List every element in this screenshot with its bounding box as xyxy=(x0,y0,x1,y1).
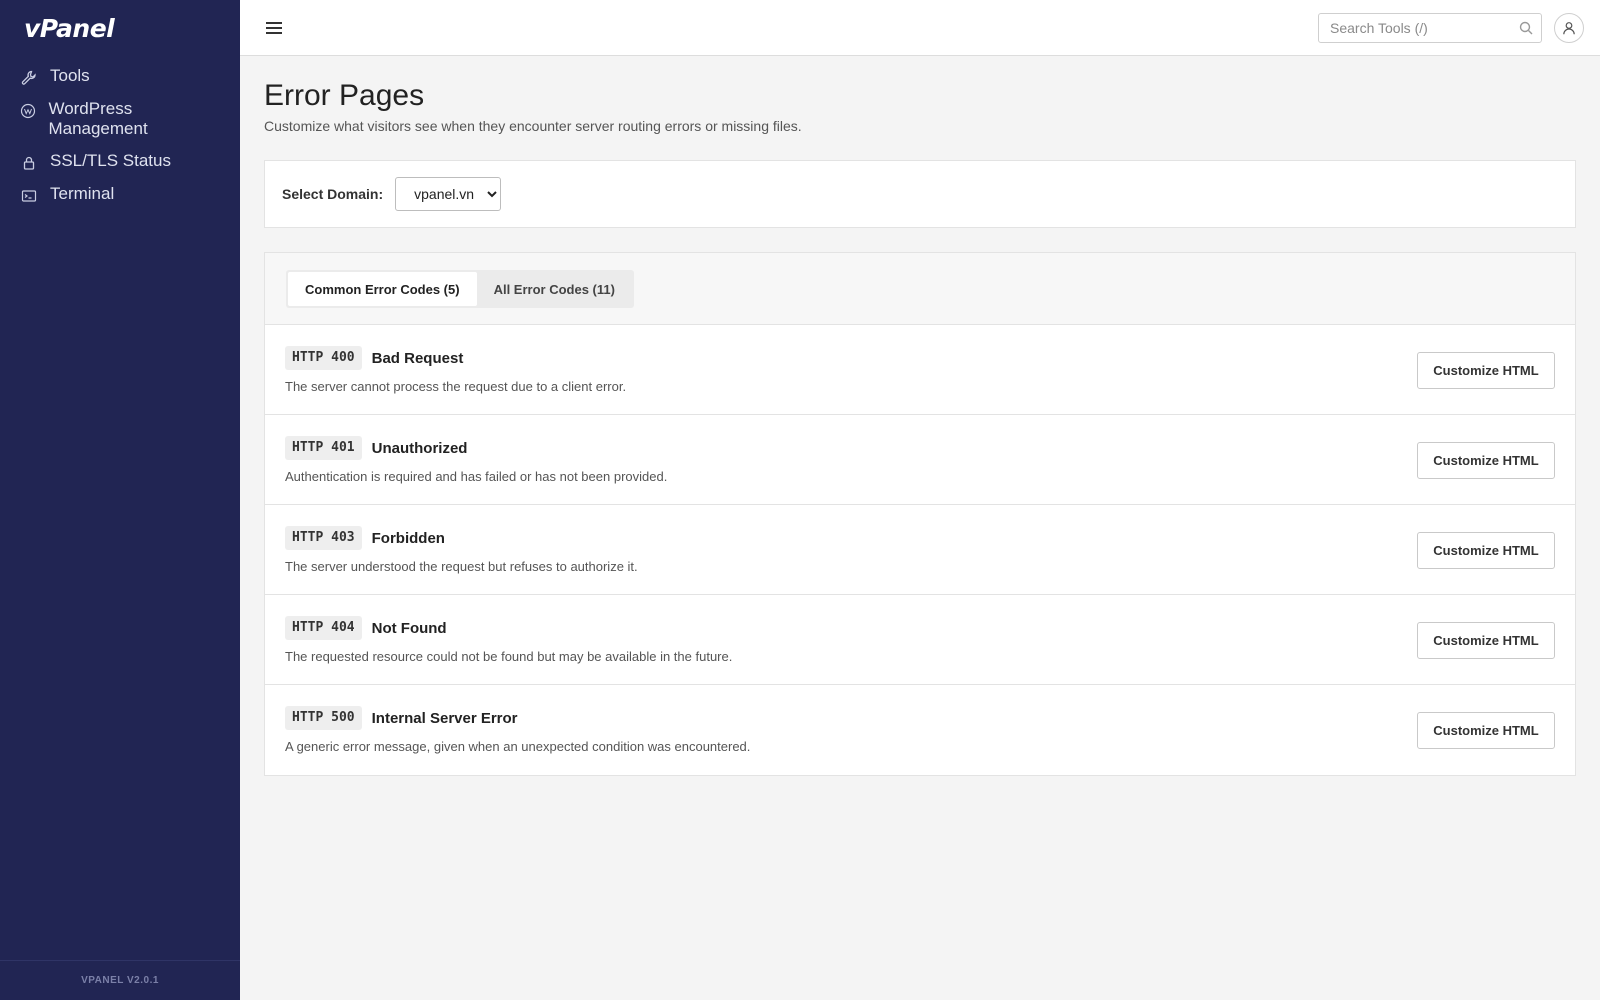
search-input[interactable] xyxy=(1319,14,1509,42)
page-subtitle: Customize what visitors see when they en… xyxy=(264,118,802,134)
version-label: VPANEL V2.0.1 xyxy=(0,960,240,1000)
error-description: The server understood the request but re… xyxy=(285,559,638,574)
error-description: The requested resource could not be foun… xyxy=(285,649,733,664)
sidebar-item-terminal[interactable]: Terminal xyxy=(0,184,240,205)
domain-selector-card: Select Domain: vpanel.vn xyxy=(264,160,1576,228)
error-name: Not Found xyxy=(371,619,447,637)
domain-select[interactable]: vpanel.vn xyxy=(395,177,502,211)
menu-icon[interactable] xyxy=(264,18,284,38)
terminal-icon xyxy=(20,187,38,205)
sidebar-item-label: Terminal xyxy=(50,184,115,203)
sidebar: vPanel Tools WordPress Management SSL/TL… xyxy=(0,0,240,1000)
error-code-badge: HTTP 400 xyxy=(285,346,362,370)
sidebar-item-label: Tools xyxy=(50,66,90,85)
search-box xyxy=(1318,13,1542,43)
sidebar-item-label: SSL/TLS Status xyxy=(50,151,171,170)
lock-icon xyxy=(20,154,38,172)
error-code-badge: HTTP 500 xyxy=(285,706,362,730)
customize-html-button[interactable]: Customize HTML xyxy=(1417,622,1555,659)
page-title: Error Pages xyxy=(264,79,425,112)
error-name: Unauthorized xyxy=(371,439,468,457)
tab-common-error-codes[interactable]: Common Error Codes (5) xyxy=(288,272,477,306)
error-name: Internal Server Error xyxy=(371,709,518,727)
error-code-badge: HTTP 404 xyxy=(285,616,362,640)
error-row: HTTP 400 Bad Request The server cannot p… xyxy=(265,325,1575,415)
topbar xyxy=(240,0,1600,56)
sidebar-item-ssl-tls-status[interactable]: SSL/TLS Status xyxy=(0,151,240,172)
customize-html-button[interactable]: Customize HTML xyxy=(1417,442,1555,479)
error-code-badge: HTTP 403 xyxy=(285,526,362,550)
sidebar-item-tools[interactable]: Tools xyxy=(0,66,240,87)
customize-html-button[interactable]: Customize HTML xyxy=(1417,712,1555,749)
main-content: Error Pages Customize what visitors see … xyxy=(264,56,1576,776)
tab-all-error-codes[interactable]: All Error Codes (11) xyxy=(477,272,632,306)
wordpress-icon xyxy=(20,102,36,120)
user-icon xyxy=(1563,22,1575,35)
error-row: HTTP 404 Not Found The requested resourc… xyxy=(265,595,1575,685)
error-row: HTTP 401 Unauthorized Authentication is … xyxy=(265,415,1575,505)
error-row: HTTP 403 Forbidden The server understood… xyxy=(265,505,1575,595)
error-name: Bad Request xyxy=(371,349,464,367)
sidebar-nav: Tools WordPress Management SSL/TLS Statu… xyxy=(0,66,240,217)
domain-label: Select Domain: xyxy=(282,186,384,202)
error-name: Forbidden xyxy=(371,529,445,547)
user-avatar[interactable] xyxy=(1554,13,1584,43)
tab-group: Common Error Codes (5) All Error Codes (… xyxy=(286,270,634,308)
customize-html-button[interactable]: Customize HTML xyxy=(1417,532,1555,569)
search-icon[interactable] xyxy=(1519,21,1533,35)
tabs-header: Common Error Codes (5) All Error Codes (… xyxy=(265,253,1575,325)
error-description: Authentication is required and has faile… xyxy=(285,469,668,484)
error-description: A generic error message, given when an u… xyxy=(285,739,751,754)
customize-html-button[interactable]: Customize HTML xyxy=(1417,352,1555,389)
error-description: The server cannot process the request du… xyxy=(285,379,627,394)
error-codes-card: Common Error Codes (5) All Error Codes (… xyxy=(264,252,1576,776)
sidebar-item-wordpress-management[interactable]: WordPress Management xyxy=(0,99,240,139)
error-code-badge: HTTP 401 xyxy=(285,436,362,460)
sidebar-item-label: WordPress Management xyxy=(48,99,148,138)
brand-logo[interactable]: vPanel xyxy=(24,14,115,43)
error-row: HTTP 500 Internal Server Error A generic… xyxy=(265,685,1575,775)
wrench-icon xyxy=(20,69,38,87)
